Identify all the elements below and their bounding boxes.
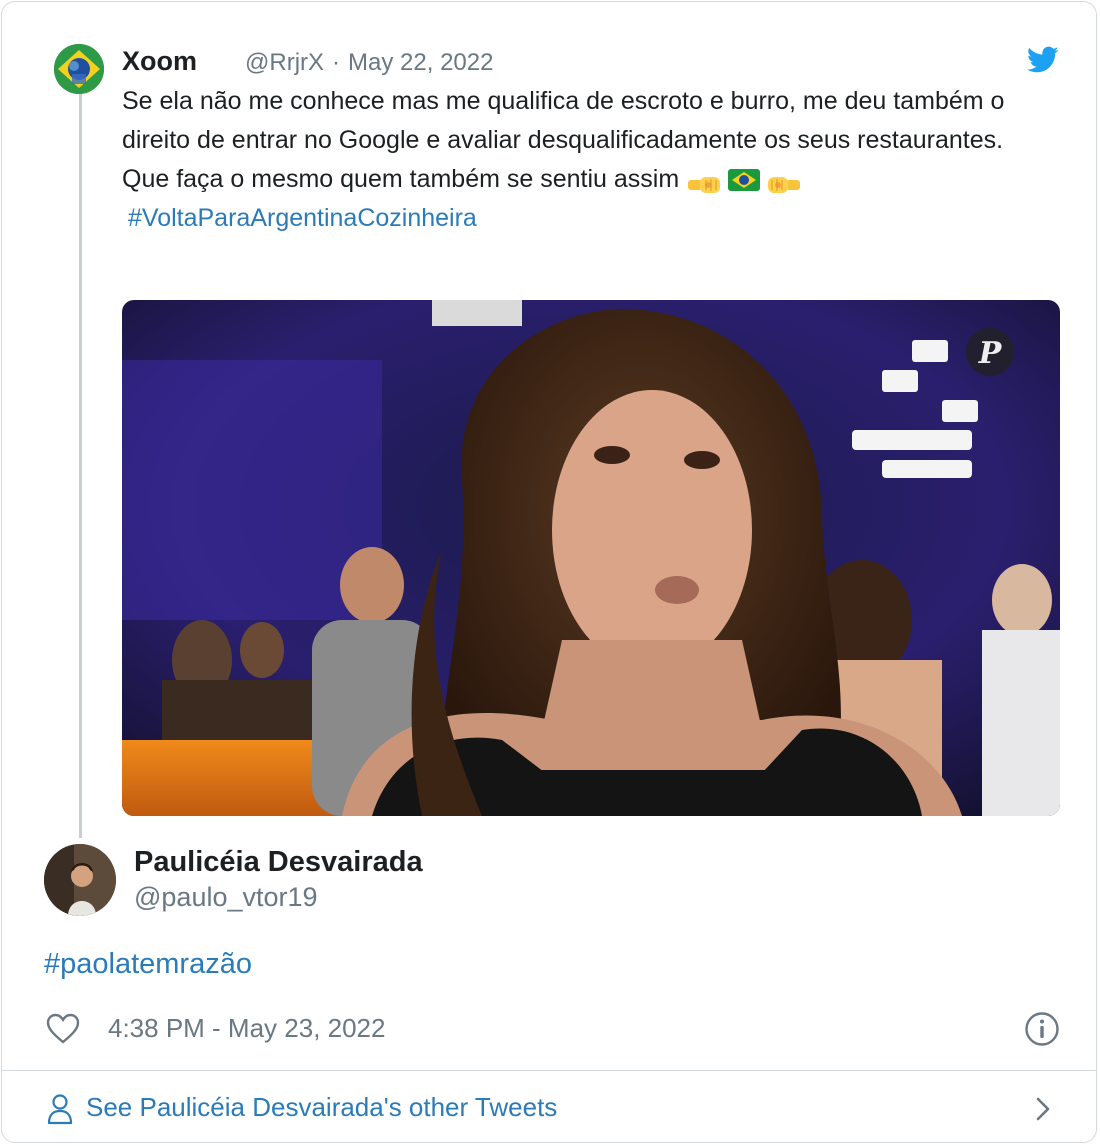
brazil-flag-icon <box>728 169 761 192</box>
quoted-text-line-2: Que faça o mesmo quem também se sentiu a… <box>122 165 680 193</box>
media-watermark: P <box>978 336 1003 371</box>
quoted-hashtag-row: #VoltaParaArgentinaCozinheira <box>122 199 1052 238</box>
quoted-display-name[interactable]: Xoom <box>122 46 197 77</box>
quoted-tweet-text: Se ela não me conhece mas me qualifica d… <box>122 82 1052 238</box>
author-display-name[interactable]: Paulicéia Desvairada <box>134 846 423 879</box>
tweet-hashtag-link[interactable]: #paolatemrazão <box>44 948 252 981</box>
chevron-right-icon[interactable] <box>1032 1095 1054 1123</box>
quoted-avatar[interactable] <box>54 44 104 94</box>
person-icon <box>46 1093 74 1125</box>
author-handle[interactable]: @paulo_vtor19 <box>134 882 318 913</box>
quoted-header: Xoom @RrjrX · May 22, 2022 <box>122 46 493 80</box>
quoted-date[interactable]: May 22, 2022 <box>348 49 493 77</box>
tweet-media-image[interactable]: P <box>122 300 1060 816</box>
quoted-separator: · <box>332 49 341 76</box>
author-avatar[interactable] <box>44 844 116 916</box>
see-other-tweets-link[interactable]: See Paulicéia Desvairada's other Tweets <box>86 1092 557 1123</box>
quoted-hashtag-link[interactable]: #VoltaParaArgentinaCozinheira <box>128 204 477 232</box>
embedded-tweet-card: Xoom @RrjrX · May 22, 2022 Se ela não me… <box>1 1 1097 1143</box>
fist-bump-left-icon <box>686 169 724 194</box>
twitter-bird-icon[interactable] <box>1027 46 1059 74</box>
info-icon[interactable] <box>1024 1011 1060 1047</box>
quoted-text-line-1: Se ela não me conhece mas me qualifica d… <box>122 87 1005 154</box>
quoted-text-line-2-row: Que faça o mesmo quem também se sentiu a… <box>122 160 1052 199</box>
thread-line <box>79 94 82 838</box>
footer-link-row[interactable]: See Paulicéia Desvairada's other Tweets <box>2 1071 1096 1142</box>
heart-icon[interactable] <box>46 1013 80 1045</box>
tweet-timestamp[interactable]: 4:38 PM - May 23, 2022 <box>108 1013 385 1044</box>
quoted-handle[interactable]: @RrjrX <box>245 49 324 77</box>
fist-bump-right-icon <box>764 169 802 194</box>
